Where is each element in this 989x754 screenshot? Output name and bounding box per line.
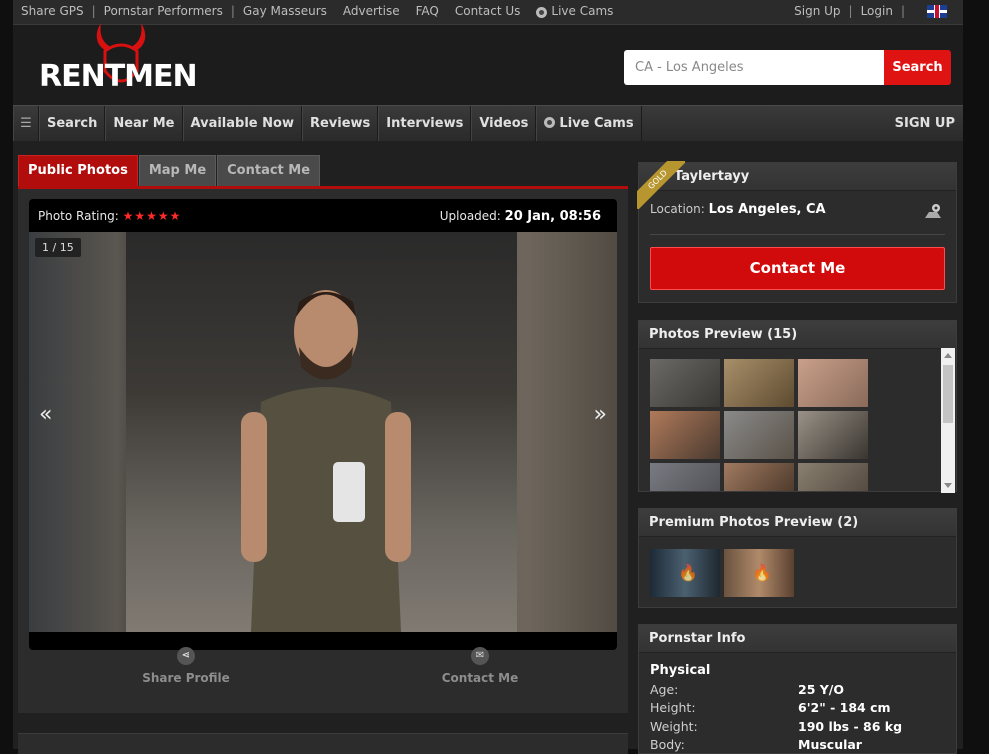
- photo-thumbnail[interactable]: [724, 411, 794, 459]
- profile-photo[interactable]: [126, 232, 517, 632]
- photo-panel: Photo Rating: ★★★★★ Uploaded: 20 Jan, 08…: [18, 189, 628, 713]
- location-value: Los Angeles, CA: [708, 202, 826, 217]
- photos-preview-box: Photos Preview (15): [638, 320, 957, 493]
- photos-preview-grid: [650, 359, 940, 491]
- uploaded-label: Uploaded:: [439, 209, 501, 223]
- photo-thumbnail[interactable]: [650, 359, 720, 407]
- tab-contact-me[interactable]: Contact Me: [217, 155, 321, 186]
- link-contact-us[interactable]: Contact Us: [455, 4, 521, 18]
- link-advertise[interactable]: Advertise: [343, 4, 400, 18]
- top-bar: Share GPS | Pornstar Performers | Gay Ma…: [13, 0, 963, 25]
- info-row-height: Height: 6'2" - 184 cm: [650, 700, 891, 715]
- pornstar-info-box: Pornstar Info Physical Age: 25 Y/O Height…: [638, 624, 957, 754]
- upload-date: Uploaded: 20 Jan, 08:56: [440, 209, 601, 224]
- photo-counter: 1 / 15: [35, 238, 81, 257]
- rating-stars: ★★★★★: [122, 209, 182, 223]
- location-search-input[interactable]: CA - Los Angeles: [624, 50, 884, 85]
- link-pornstar-performers[interactable]: Pornstar Performers: [104, 4, 223, 18]
- share-icon: ⋖: [177, 647, 195, 665]
- photo-viewer: Photo Rating: ★★★★★ Uploaded: 20 Jan, 08…: [29, 199, 617, 650]
- photos-preview-title: Photos Preview (15): [639, 321, 956, 349]
- photo-rating: Photo Rating: ★★★★★: [38, 209, 181, 223]
- profile-name: Taylertayy: [639, 163, 956, 191]
- separator: |: [900, 4, 905, 18]
- page: Share GPS | Pornstar Performers | Gay Ma…: [13, 0, 963, 754]
- nav-interviews[interactable]: Interviews: [378, 106, 472, 141]
- photo-thumbnail[interactable]: [650, 463, 720, 491]
- flame-icon: 🔥: [678, 563, 698, 582]
- next-photo-arrow[interactable]: »: [594, 402, 607, 427]
- premium-photos-title: Premium Photos Preview (2): [639, 509, 956, 537]
- nav-sign-up[interactable]: SIGN UP: [895, 106, 955, 141]
- info-row-weight: Weight: 190 lbs - 86 kg: [650, 719, 903, 734]
- scroll-up-arrow-icon[interactable]: [944, 353, 952, 358]
- photo-thumbnail[interactable]: [650, 411, 720, 459]
- main-nav: ☰ Search Near Me Available Now Reviews I…: [13, 105, 963, 141]
- nav-live-cams[interactable]: Live Cams: [536, 106, 642, 141]
- link-login[interactable]: Login: [861, 4, 893, 18]
- link-sign-up[interactable]: Sign Up: [794, 4, 840, 18]
- webcam-icon: [536, 6, 548, 18]
- photo-thumbnail[interactable]: [798, 359, 868, 407]
- photo-thumbnail[interactable]: [798, 411, 868, 459]
- photo-header: Photo Rating: ★★★★★ Uploaded: 20 Jan, 08…: [29, 199, 617, 232]
- flame-icon: 🔥: [752, 563, 772, 582]
- site-logo[interactable]: RENTMEN: [39, 59, 198, 94]
- premium-photo-thumbnail[interactable]: 🔥: [724, 549, 794, 597]
- uk-flag-icon[interactable]: [927, 4, 947, 18]
- info-row-body: Body: Muscular: [650, 737, 862, 752]
- location-label: Location:: [650, 202, 705, 216]
- location: Location: Los Angeles, CA: [650, 202, 826, 217]
- link-live-cams[interactable]: Live Cams: [551, 4, 613, 18]
- share-profile-label: Share Profile: [142, 671, 230, 685]
- contact-me-button[interactable]: Contact Me: [650, 247, 945, 290]
- contact-me-action-button[interactable]: ✉ Contact Me: [420, 647, 540, 685]
- info-row-age: Age: 25 Y/O: [650, 682, 844, 697]
- profile-tabs: Public Photos Map Me Contact Me: [18, 155, 321, 188]
- scrollbar-thumb[interactable]: [943, 365, 953, 423]
- photo-thumbnail[interactable]: [724, 359, 794, 407]
- separator: |: [848, 4, 853, 18]
- map-pin-icon[interactable]: [924, 203, 942, 219]
- nav-videos[interactable]: Videos: [471, 106, 537, 141]
- share-profile-button[interactable]: ⋖ Share Profile: [126, 647, 246, 685]
- tab-public-photos[interactable]: Public Photos: [18, 155, 138, 186]
- thumbnails-scrollbar[interactable]: [941, 348, 955, 493]
- photo-slide[interactable]: 1 / 15 « »: [29, 232, 617, 632]
- search-button[interactable]: Search: [884, 50, 951, 85]
- separator: |: [91, 4, 96, 18]
- lower-panel: [18, 733, 628, 754]
- photo-thumbnail[interactable]: [724, 463, 794, 491]
- nav-available-now[interactable]: Available Now: [182, 106, 302, 141]
- premium-photo-thumbnail[interactable]: 🔥: [650, 549, 720, 597]
- hamburger-menu-icon[interactable]: ☰: [13, 106, 39, 141]
- nav-live-cams-label: Live Cams: [559, 116, 634, 131]
- nav-reviews[interactable]: Reviews: [301, 106, 379, 141]
- physical-section-title: Physical: [650, 663, 711, 678]
- link-gay-masseurs[interactable]: Gay Masseurs: [243, 4, 327, 18]
- tab-map-me[interactable]: Map Me: [138, 155, 217, 186]
- previous-photo-arrow[interactable]: «: [39, 402, 52, 427]
- link-faq[interactable]: FAQ: [416, 4, 439, 18]
- nav-search[interactable]: Search: [39, 106, 106, 141]
- divider: [650, 234, 945, 235]
- webcam-icon: [544, 117, 556, 128]
- person-silhouette: [241, 290, 411, 632]
- top-account-links: Sign Up | Login |: [794, 4, 947, 18]
- top-links: Share GPS | Pornstar Performers | Gay Ma…: [21, 4, 613, 18]
- contact-me-action-label: Contact Me: [441, 671, 519, 685]
- envelope-icon: ✉: [471, 647, 489, 665]
- separator: |: [230, 4, 235, 18]
- photo-thumbnail[interactable]: [798, 463, 868, 491]
- pornstar-info-title: Pornstar Info: [639, 625, 956, 653]
- link-share-gps[interactable]: Share GPS: [21, 4, 84, 18]
- scroll-down-arrow-icon[interactable]: [944, 483, 952, 488]
- uploaded-value: 20 Jan, 08:56: [504, 209, 601, 224]
- nav-near-me[interactable]: Near Me: [105, 106, 183, 141]
- header: RENTMEN CA - Los Angeles Search: [13, 23, 963, 105]
- premium-photos-box: Premium Photos Preview (2) 🔥 🔥: [638, 508, 957, 608]
- photo-rating-label: Photo Rating:: [38, 209, 119, 223]
- profile-box: Taylertayy GOLD Location: Los Angeles, C…: [637, 161, 957, 303]
